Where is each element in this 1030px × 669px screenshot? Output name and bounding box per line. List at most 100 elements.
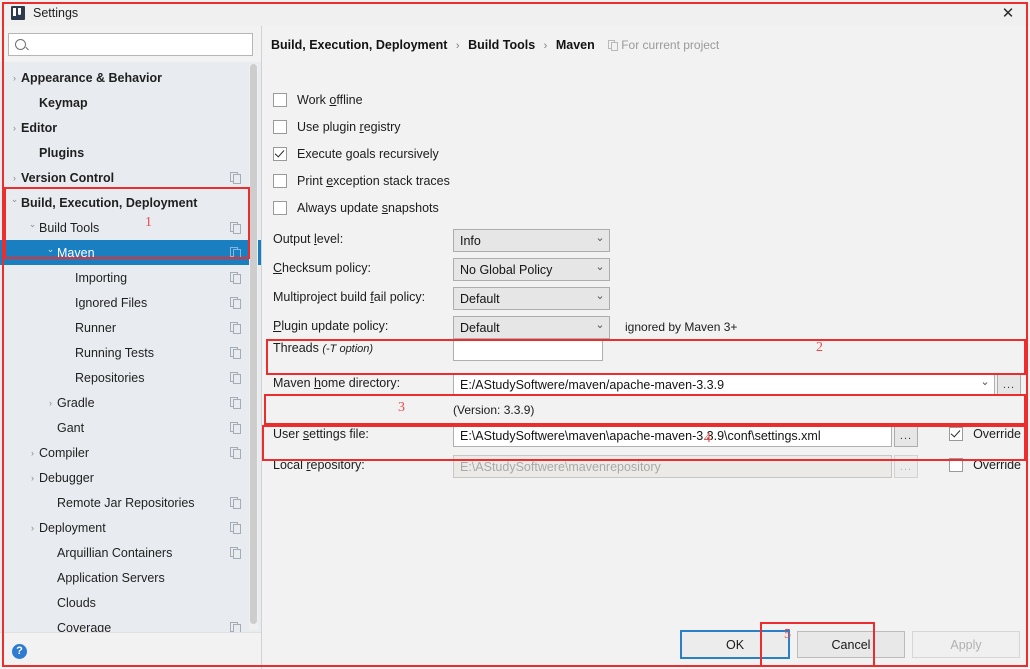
- label-pre: Output: [273, 232, 314, 246]
- breadcrumb-part-2[interactable]: Build Tools: [468, 38, 535, 52]
- copy-settings-icon[interactable]: [230, 397, 241, 409]
- copy-settings-icon[interactable]: [230, 297, 241, 309]
- chevron-down-icon[interactable]: [8, 197, 21, 208]
- search-box[interactable]: [8, 33, 253, 56]
- sidebar-item-runner[interactable]: Runner: [0, 315, 261, 340]
- sidebar-item-gradle[interactable]: Gradle: [0, 390, 261, 415]
- sidebar-item-debugger[interactable]: Debugger: [0, 465, 261, 490]
- breadcrumb-part-1[interactable]: Build, Execution, Deployment: [271, 38, 447, 52]
- user-settings-browse-button[interactable]: ...: [894, 424, 918, 447]
- sidebar-item-build-tools[interactable]: Build Tools: [0, 215, 261, 240]
- local-repository-input[interactable]: E:\AStudySoftwere\mavenrepository: [453, 455, 892, 478]
- user-settings-override[interactable]: Override: [949, 427, 1021, 441]
- sidebar-item-repositories[interactable]: Repositories: [0, 365, 261, 390]
- chevron-down-icon[interactable]: [26, 222, 39, 233]
- threads-input[interactable]: [453, 338, 603, 361]
- checkbox-work-offline[interactable]: [273, 93, 287, 107]
- help-circle-icon[interactable]: ?: [12, 643, 27, 659]
- copy-settings-icon[interactable]: [230, 422, 241, 434]
- sidebar-scrollbar[interactable]: [249, 64, 258, 630]
- sidebar-item-maven[interactable]: Maven: [0, 240, 261, 265]
- copy-settings-icon[interactable]: [230, 322, 241, 334]
- checkbox-row-work-offline[interactable]: Work offline: [273, 93, 363, 107]
- copy-settings-icon[interactable]: [230, 347, 241, 359]
- chevron-right-icon[interactable]: [8, 73, 21, 83]
- sidebar-item-version-control[interactable]: Version Control: [0, 165, 261, 190]
- copy-settings-icon[interactable]: [230, 372, 241, 384]
- sidebar-item-remote-jar-repositories[interactable]: Remote Jar Repositories: [0, 490, 261, 515]
- sidebar-item-application-servers[interactable]: Application Servers: [0, 565, 261, 590]
- sidebar-item-build-execution-deployment[interactable]: Build, Execution, Deployment: [0, 190, 261, 215]
- sidebar-item-compiler[interactable]: Compiler: [0, 440, 261, 465]
- copy-settings-icon[interactable]: [230, 172, 241, 184]
- chevron-right-icon[interactable]: [26, 523, 39, 533]
- combo-label-output-level: Output level:: [273, 232, 343, 246]
- checkbox-row-always-update-snapshots[interactable]: Always update snapshots: [273, 201, 439, 215]
- copy-settings-icon[interactable]: [230, 497, 241, 509]
- copy-settings-icon[interactable]: [230, 622, 241, 632]
- sidebar-item-editor[interactable]: Editor: [0, 115, 261, 140]
- breadcrumb-part-3[interactable]: Maven: [556, 38, 595, 52]
- copy-settings-icon[interactable]: [230, 522, 241, 534]
- copy-settings-icon[interactable]: [230, 272, 241, 284]
- sidebar-item-keymap[interactable]: Keymap: [0, 90, 261, 115]
- sidebar-item-coverage[interactable]: Coverage: [0, 615, 261, 632]
- sidebar-item-arquillian-containers[interactable]: Arquillian Containers: [0, 540, 261, 565]
- copy-settings-icon[interactable]: [230, 247, 241, 259]
- chevron-down-icon[interactable]: [44, 247, 57, 258]
- search-icon: [15, 39, 26, 50]
- combo-row-plugin-update-policy: Plugin update policy: Default ignored by M…: [273, 316, 1030, 339]
- sidebar-item-gant[interactable]: Gant: [0, 415, 261, 440]
- settings-tree[interactable]: Appearance & Behavior Keymap Editor Plugins…: [0, 62, 261, 632]
- label-post: ail policy:: [373, 290, 426, 304]
- sidebar-item-running-tests[interactable]: Running Tests: [0, 340, 261, 365]
- copy-settings-icon[interactable]: [230, 447, 241, 459]
- checkbox-execute-goals-recursively[interactable]: [273, 147, 287, 161]
- checkbox-row-print-exception-stack-traces[interactable]: Print exception stack traces: [273, 174, 450, 188]
- label-post: oals recursively: [352, 147, 439, 161]
- sidebar-item-clouds[interactable]: Clouds: [0, 590, 261, 615]
- sidebar-item-ignored-files[interactable]: Ignored Files: [0, 290, 261, 315]
- sidebar-item-deployment[interactable]: Deployment: [0, 515, 261, 540]
- chevron-right-icon[interactable]: [44, 398, 57, 408]
- combo-value-checksum-policy: No Global Policy: [460, 262, 553, 277]
- search-input[interactable]: [31, 37, 252, 52]
- cancel-button[interactable]: Cancel: [797, 631, 905, 658]
- sidebar-scrollbar-thumb[interactable]: [250, 64, 257, 624]
- maven-settings-panel: Build, Execution, Deployment › Build Too…: [262, 26, 1030, 669]
- checkbox-print-exception-stack-traces[interactable]: [273, 174, 287, 188]
- maven-home-browse-button[interactable]: ...: [997, 373, 1021, 396]
- copy-settings-icon[interactable]: [230, 547, 241, 559]
- sidebar-item-importing[interactable]: Importing: [0, 265, 261, 290]
- chevron-right-icon[interactable]: [8, 123, 21, 133]
- label-post: napshots: [388, 201, 439, 215]
- chevron-down-icon[interactable]: [591, 234, 609, 247]
- checkbox-row-execute-goals-recursively[interactable]: Execute goals recursively: [273, 147, 439, 161]
- copy-settings-icon[interactable]: [230, 222, 241, 234]
- sidebar-item-appearance-behavior[interactable]: Appearance & Behavior: [0, 65, 261, 90]
- sidebar-item-label: Keymap: [39, 95, 88, 110]
- combo-plugin-update-policy[interactable]: Default: [453, 316, 610, 339]
- chevron-right-icon[interactable]: [8, 173, 21, 183]
- chevron-right-icon[interactable]: [26, 448, 39, 458]
- chevron-down-icon[interactable]: [591, 292, 609, 305]
- sidebar-item-plugins[interactable]: Plugins: [0, 140, 261, 165]
- ok-button[interactable]: OK: [680, 630, 790, 659]
- checkbox-use-plugin-registry[interactable]: [273, 120, 287, 134]
- combo-output-level[interactable]: Info: [453, 229, 610, 252]
- checkbox-row-use-plugin-registry[interactable]: Use plugin registry: [273, 120, 401, 134]
- close-icon[interactable]: ✕: [986, 0, 1030, 26]
- chevron-right-icon[interactable]: [26, 473, 39, 483]
- maven-home-combo[interactable]: E:/AStudySoftwere/maven/apache-maven-3.3…: [453, 373, 995, 396]
- chevron-down-icon[interactable]: [976, 378, 994, 391]
- user-settings-label-pre: User: [273, 427, 303, 441]
- combo-checksum-policy[interactable]: No Global Policy: [453, 258, 610, 281]
- chevron-down-icon[interactable]: [591, 321, 609, 334]
- local-repository-override-checkbox[interactable]: [949, 458, 964, 472]
- user-settings-override-checkbox[interactable]: [949, 427, 964, 441]
- user-settings-input[interactable]: E:\AStudySoftwere\maven\apache-maven-3.3…: [453, 424, 892, 447]
- local-repository-override[interactable]: Override: [949, 458, 1021, 472]
- checkbox-always-update-snapshots[interactable]: [273, 201, 287, 215]
- chevron-down-icon[interactable]: [591, 263, 609, 276]
- combo-multiproject-build-fail-policy[interactable]: Default: [453, 287, 610, 310]
